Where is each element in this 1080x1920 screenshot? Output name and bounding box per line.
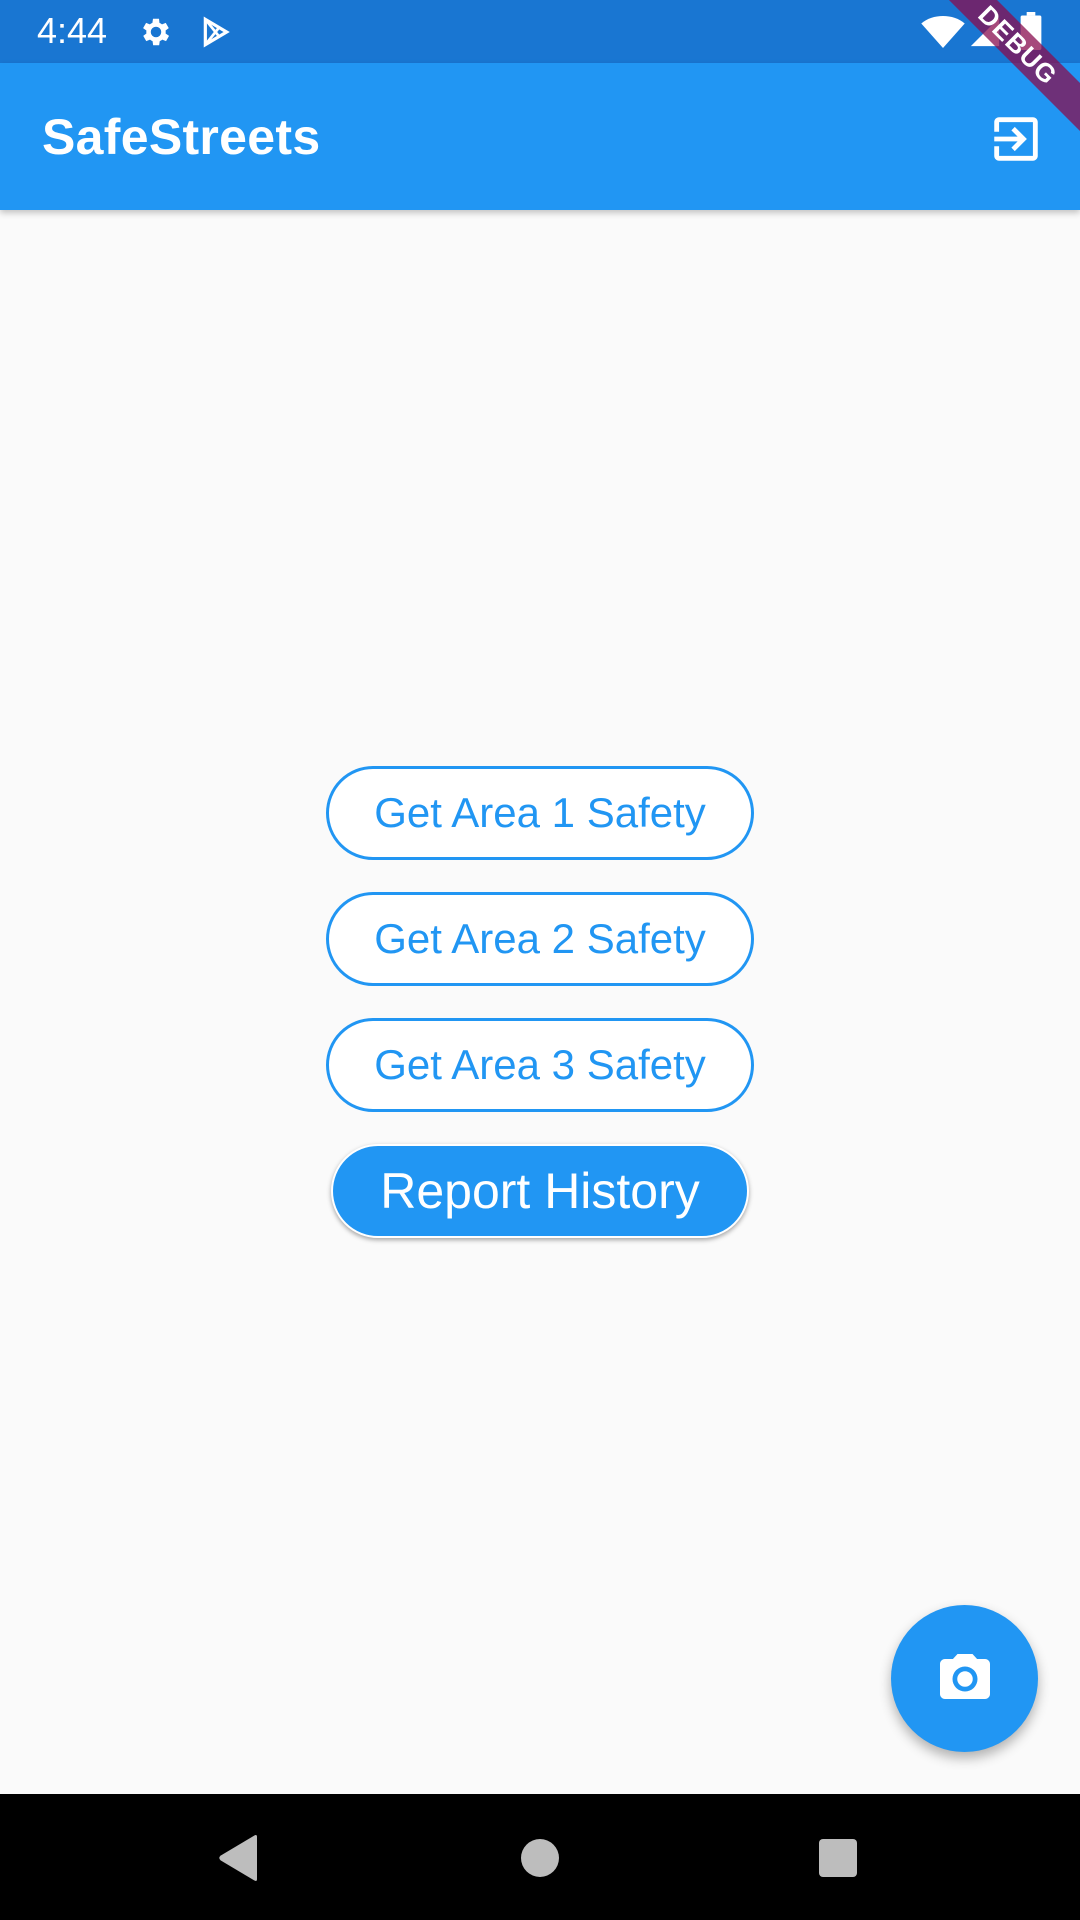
get-area-1-safety-button[interactable]: Get Area 1 Safety	[326, 766, 754, 860]
status-bar: 4:44	[0, 0, 1080, 63]
logout-icon	[994, 117, 1038, 161]
system-nav-bar	[0, 1794, 1080, 1920]
get-area-3-safety-button[interactable]: Get Area 3 Safety	[326, 1018, 754, 1112]
camera-fab[interactable]	[891, 1605, 1038, 1752]
camera-icon	[939, 1653, 990, 1699]
back-icon[interactable]	[217, 1834, 261, 1882]
main-content: Get Area 1 Safety Get Area 2 Safety Get …	[0, 210, 1080, 1794]
report-history-button[interactable]: Report History	[331, 1144, 749, 1238]
app-bar: SafeStreets	[0, 63, 1080, 210]
status-time: 4:44	[37, 10, 108, 51]
get-area-2-safety-button[interactable]: Get Area 2 Safety	[326, 892, 754, 986]
home-icon[interactable]	[520, 1838, 560, 1878]
recent-apps-icon[interactable]	[818, 1838, 858, 1878]
button-column: Get Area 1 Safety Get Area 2 Safety Get …	[0, 766, 1080, 1238]
wifi-icon	[921, 15, 965, 49]
gear-icon	[143, 18, 170, 46]
play-store-icon	[203, 16, 230, 48]
logout-button[interactable]	[976, 99, 1056, 179]
app-title: SafeStreets	[42, 109, 321, 165]
